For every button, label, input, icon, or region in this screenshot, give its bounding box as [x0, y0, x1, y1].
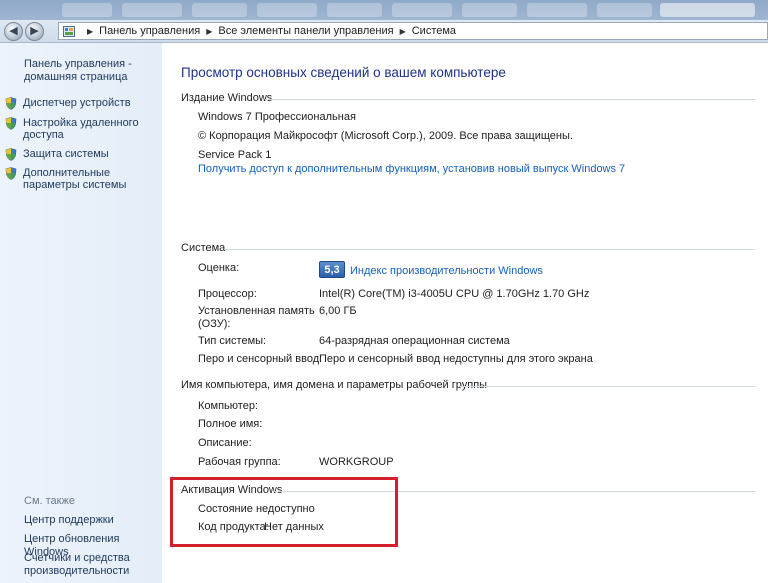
memory-value: 6,00 ГБ — [319, 305, 357, 317]
breadcrumb-all-items[interactable]: Все элементы панели управления — [218, 25, 393, 37]
see-also-heading: См. также — [24, 495, 75, 507]
section-system-title: Система — [181, 242, 226, 254]
forward-button[interactable]: ▶ — [25, 22, 44, 41]
blurred-tab — [192, 3, 247, 17]
blurred-tab — [62, 3, 112, 17]
left-task-pane: Панель управления - домашняя страница Ди… — [0, 43, 162, 583]
performance-index-link[interactable]: Индекс производительности Windows — [350, 265, 543, 277]
task-label: Диспетчер устройств — [23, 97, 131, 109]
upgrade-windows-link[interactable]: Получить доступ к дополнительным функция… — [198, 163, 625, 175]
section-divider — [459, 386, 755, 387]
system-type-value: 64-разрядная операционная система — [319, 335, 510, 347]
page-title: Просмотр основных сведений о вашем компь… — [181, 65, 506, 80]
blurred-tab — [660, 3, 755, 17]
chevron-right-icon[interactable]: ▶ — [87, 27, 93, 36]
blurred-tab — [597, 3, 652, 17]
pen-touch-value: Перо и сенсорный ввод недоступны для это… — [319, 353, 593, 365]
breadcrumb-system[interactable]: Система — [412, 25, 456, 37]
processor-label: Процессор: — [198, 288, 257, 300]
performance-score-badge[interactable]: 5,3 — [319, 261, 345, 278]
title-bar — [0, 0, 768, 20]
description-label: Описание: — [198, 437, 252, 449]
section-edition-title: Издание Windows — [181, 92, 273, 104]
blurred-tab — [392, 3, 452, 17]
chevron-right-icon[interactable]: ▶ — [400, 27, 406, 36]
system-type-label: Тип системы: — [198, 335, 267, 347]
shield-icon — [5, 97, 17, 110]
section-divider — [224, 249, 755, 250]
blurred-tab — [122, 3, 182, 17]
task-label: Защита системы — [23, 148, 109, 160]
control-panel-home-link[interactable]: Панель управления - домашняя страница — [24, 58, 154, 84]
task-device-manager[interactable]: Диспетчер устройств — [5, 97, 160, 110]
section-computer-title: Имя компьютера, имя домена и параметры р… — [181, 379, 488, 391]
address-bar: ◀ ▶ ▶ Панель управления ▶ Все элементы п… — [0, 20, 768, 43]
workgroup-label: Рабочая группа: — [198, 456, 281, 468]
edition-name: Windows 7 Профессиональная — [198, 111, 356, 123]
section-divider — [265, 99, 755, 100]
breadcrumb[interactable]: ▶ Панель управления ▶ Все элементы панел… — [58, 22, 768, 40]
rating-label: Оценка: — [198, 262, 240, 274]
task-remote-settings[interactable]: Настройка удаленного доступа — [5, 117, 160, 141]
task-advanced-settings[interactable]: Дополнительные параметры системы — [5, 167, 160, 191]
highlight-box — [170, 477, 398, 547]
shield-icon — [5, 148, 17, 161]
pen-touch-label: Перо и сенсорный ввод: — [198, 353, 323, 365]
arrow-right-icon: ▶ — [30, 25, 39, 37]
shield-icon — [5, 167, 17, 180]
blurred-tab — [462, 3, 517, 17]
copyright-text: © Корпорация Майкрософт (Microsoft Corp.… — [198, 130, 573, 142]
blurred-tab — [527, 3, 587, 17]
memory-label: Установленная память (ОЗУ): — [198, 305, 315, 330]
control-panel-icon — [63, 25, 75, 37]
full-name-label: Полное имя: — [198, 418, 263, 430]
task-system-protection[interactable]: Защита системы — [5, 148, 160, 161]
blurred-tab — [257, 3, 317, 17]
task-label: Настройка удаленного доступа — [23, 117, 139, 141]
breadcrumb-control-panel[interactable]: Панель управления — [99, 25, 200, 37]
see-also-action-center[interactable]: Центр поддержки — [24, 514, 159, 527]
task-label: Дополнительные параметры системы — [23, 167, 127, 191]
computer-label: Компьютер: — [198, 400, 258, 412]
see-also-performance-tools[interactable]: Счетчики и средства производительности — [24, 552, 159, 578]
arrow-left-icon: ◀ — [9, 25, 18, 37]
blurred-tab — [327, 3, 382, 17]
workgroup-value: WORKGROUP — [319, 456, 394, 468]
chevron-right-icon[interactable]: ▶ — [206, 27, 212, 36]
shield-icon — [5, 117, 17, 130]
processor-value: Intel(R) Core(TM) i3-4005U CPU @ 1.70GHz… — [319, 288, 590, 300]
service-pack: Service Pack 1 — [198, 149, 272, 161]
back-button[interactable]: ◀ — [4, 22, 23, 41]
